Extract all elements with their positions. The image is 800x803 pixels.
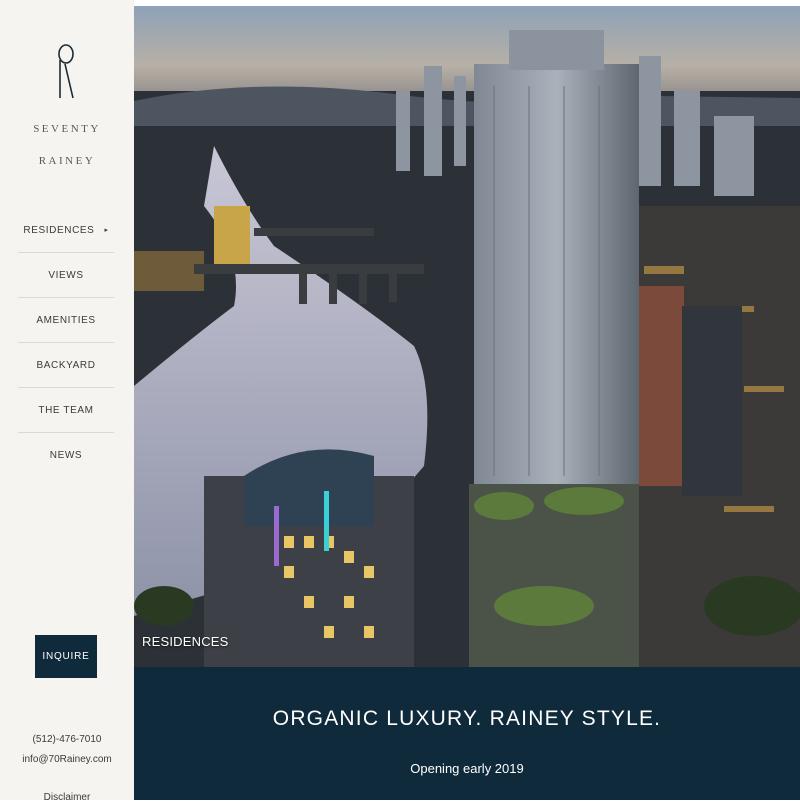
brand-name-line2: RAINEY — [38, 155, 96, 167]
r-monogram-icon[interactable] — [53, 42, 79, 100]
hero-caption: RESIDENCES — [142, 634, 229, 649]
inquire-button[interactable]: INQUIRE — [35, 635, 97, 678]
brand-name-line1: SEVENTY — [33, 123, 101, 135]
nav-item-views[interactable]: VIEWS — [18, 253, 114, 298]
email-link[interactable]: info@70Rainey.com — [0, 754, 134, 765]
nav-item-label: THE TEAM — [38, 404, 94, 416]
opening-date: Opening early 2019 — [410, 761, 524, 776]
city-skyline-illustration — [134, 6, 800, 667]
nav-item-amenities[interactable]: AMENITIES — [18, 298, 114, 343]
hero-image: RESIDENCES — [134, 6, 800, 667]
tagline-banner: ORGANIC LUXURY. RAINEY STYLE. Opening ea… — [134, 667, 800, 800]
tagline: ORGANIC LUXURY. RAINEY STYLE. — [272, 707, 662, 730]
nav-item-label: RESIDENCES — [23, 224, 95, 236]
nav-item-label: AMENITIES — [36, 314, 96, 326]
main-nav: RESIDENCES ▸ VIEWS AMENITIES BACKYARD TH… — [18, 208, 114, 478]
sidebar: SEVENTY RAINEY RESIDENCES ▸ VIEWS AMENIT… — [0, 0, 134, 803]
nav-item-label: NEWS — [49, 450, 83, 461]
nav-item-label: BACKYARD — [36, 359, 96, 371]
nav-item-backyard[interactable]: BACKYARD — [18, 343, 114, 388]
nav-item-the-team[interactable]: THE TEAM — [18, 388, 114, 433]
phone-link[interactable]: (512)-476-7010 — [0, 734, 134, 745]
caret-right-icon: ▸ — [104, 227, 109, 234]
disclaimer-link[interactable]: Disclaimer — [0, 792, 134, 803]
nav-item-news[interactable]: NEWS — [18, 433, 114, 478]
nav-item-label: VIEWS — [48, 269, 84, 281]
nav-item-residences[interactable]: RESIDENCES ▸ — [18, 208, 114, 253]
